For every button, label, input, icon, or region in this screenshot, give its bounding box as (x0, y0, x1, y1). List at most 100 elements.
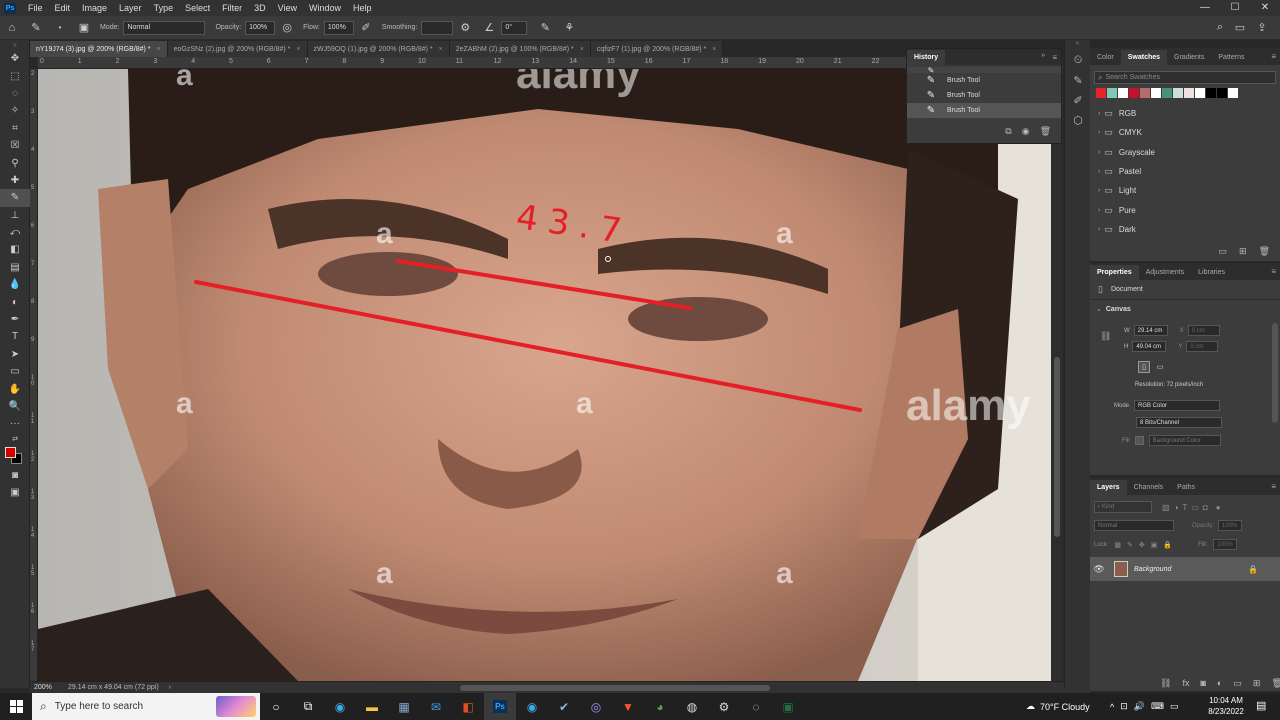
color-swatch[interactable] (1151, 88, 1161, 98)
color-swatch[interactable] (1096, 88, 1106, 98)
crop-tool-icon[interactable]: ⌗ (0, 120, 30, 137)
snapshot-camera-icon[interactable]: ◉ (1022, 126, 1030, 137)
keyboard-icon[interactable]: ⌨ (1151, 701, 1164, 712)
workspace-icon[interactable]: ▭ (1232, 20, 1248, 36)
x-field[interactable]: 0 cm (1187, 325, 1220, 336)
link-layers-icon[interactable]: ⛓ (1160, 678, 1171, 689)
gradient-tool-icon[interactable]: ▤ (0, 259, 30, 276)
new-layer-icon[interactable]: ⊞ (1253, 678, 1261, 689)
filter-shape-icon[interactable]: ▭ (1191, 503, 1199, 512)
marquee-tool-icon[interactable]: ⬚ (0, 67, 30, 84)
panel-menu-icon[interactable]: ≡ (1271, 267, 1276, 276)
new-group-folder-icon[interactable]: ▭ (1219, 246, 1228, 257)
mail-icon[interactable]: ✉ (420, 693, 452, 720)
tab-document-4[interactable]: 2eZABhM (2).jpg @ 100% (RGB/8#) * × (449, 41, 591, 57)
color-swatch[interactable] (1162, 88, 1172, 98)
swatch-folder[interactable]: › ▭ CMYK (1090, 123, 1280, 142)
lock-all-icon[interactable]: 🔒 (1163, 541, 1172, 549)
app-icon[interactable]: ◌ (740, 693, 772, 720)
history-panel-icon[interactable]: ⏲ (1065, 50, 1091, 70)
chevron-down-icon[interactable]: ⌄ (1096, 305, 1102, 313)
healing-brush-tool-icon[interactable]: ✚ (0, 172, 30, 189)
type-tool-icon[interactable]: T (0, 328, 30, 345)
windows-start-icon[interactable] (0, 693, 32, 720)
maximize-button[interactable]: ☐ (1220, 0, 1250, 16)
tab-document-1[interactable]: nY19J74 (3).jpg @ 200% (RGB/8#) * × (30, 41, 168, 57)
history-item-selected[interactable]: ✎ Brush Tool (907, 103, 1061, 118)
frame-tool-icon[interactable]: ☒ (0, 137, 30, 154)
tab-paths[interactable]: Paths (1170, 480, 1202, 495)
tab-color[interactable]: Color (1090, 50, 1121, 65)
show-hidden-icons-chevron-icon[interactable]: ^ (1110, 702, 1114, 712)
tab-adjustments[interactable]: Adjustments (1139, 265, 1192, 280)
menu-image[interactable]: Image (76, 3, 113, 13)
search-icon[interactable]: ⌕ (1212, 20, 1228, 36)
eraser-tool-icon[interactable]: ◧ (0, 241, 30, 258)
swatch-folder[interactable]: › ▭ Grayscale (1090, 143, 1280, 162)
color-swatch[interactable] (1228, 88, 1238, 98)
zoom-level[interactable]: 200% (30, 684, 68, 691)
swatch-folder[interactable]: › ▭ Light (1090, 181, 1280, 200)
network-icon[interactable]: ⊡ (1120, 701, 1128, 712)
filter-toggle-icon[interactable]: ● (1216, 503, 1221, 512)
clone-stamp-tool-icon[interactable]: ⊥ (0, 207, 30, 224)
task-view-icon[interactable]: ⧉ (292, 693, 324, 720)
menu-window[interactable]: Window (303, 3, 347, 13)
foreground-color-swatch[interactable] (5, 446, 16, 458)
brushes-panel-icon[interactable]: ✐ (1065, 90, 1091, 110)
blend-mode-select[interactable]: Normal (1094, 520, 1174, 531)
tab-properties[interactable]: Properties (1090, 265, 1139, 280)
color-swatch[interactable] (1118, 88, 1128, 98)
close-tab-icon[interactable]: × (157, 46, 161, 53)
brush-size-icon[interactable]: • (52, 20, 68, 36)
brave-icon[interactable]: ▼ (612, 693, 644, 720)
swatch-folder[interactable]: › ▭ Pure (1090, 200, 1280, 219)
move-tool-icon[interactable]: ✥ (0, 50, 30, 67)
weather-widget[interactable]: ☁ 70°F Cloudy (1026, 693, 1090, 720)
3d-panel-icon[interactable]: ⬡ (1065, 110, 1091, 130)
brush-settings-panel-icon[interactable]: ✎ (1065, 70, 1091, 90)
document-canvas[interactable]: a a a a a a a alamy alamy 43.7 (38, 69, 1051, 681)
cortana-icon[interactable]: ○ (260, 693, 292, 720)
swatch-folder[interactable]: › ▭ Pastel (1090, 162, 1280, 181)
horizontal-scroll-thumb[interactable] (460, 685, 770, 691)
battery-icon[interactable]: ▭ (1170, 701, 1179, 712)
menu-type[interactable]: Type (148, 3, 180, 13)
settings-icon[interactable]: ⚙ (708, 693, 740, 720)
home-icon[interactable]: ⌂ (4, 20, 20, 36)
edge-beta-icon[interactable]: ◉ (516, 693, 548, 720)
panel-menu-icon[interactable]: ≡ (1271, 482, 1276, 491)
store-icon[interactable]: ▦ (388, 693, 420, 720)
photoshop-taskbar-icon[interactable]: Ps (484, 693, 516, 720)
edge-icon[interactable]: ◉ (324, 693, 356, 720)
delete-layer-icon[interactable]: 🗑 (1271, 678, 1280, 689)
lock-position-icon[interactable]: ✥ (1139, 541, 1145, 549)
tab-gradients[interactable]: Gradients (1167, 50, 1211, 65)
close-tab-icon[interactable]: × (296, 46, 300, 53)
vertical-scroll-thumb[interactable] (1054, 357, 1060, 537)
swatch-search-field[interactable]: ⌕ Search Swatches (1094, 71, 1276, 84)
pen-tool-icon[interactable]: ✒ (0, 311, 30, 328)
color-swatch[interactable] (1195, 88, 1205, 98)
history-brush-tool-icon[interactable]: ⤺ (0, 224, 30, 241)
tab-patterns[interactable]: Patterns (1211, 50, 1251, 65)
filter-adjustment-icon[interactable]: ◑ (1174, 503, 1179, 512)
lock-transparent-icon[interactable]: ▦ (1114, 541, 1121, 549)
color-swatch[interactable] (1173, 88, 1183, 98)
tab-libraries[interactable]: Libraries (1191, 265, 1232, 280)
lock-artboard-icon[interactable]: ▣ (1151, 541, 1158, 549)
tab-document-5[interactable]: cqfizF7 (1).jpg @ 200% (RGB/8#) * × (590, 41, 724, 57)
new-swatch-icon[interactable]: ⊞ (1239, 246, 1247, 257)
zoom-tool-icon[interactable]: 🔍 (0, 398, 30, 415)
symmetry-icon[interactable]: ⚘ (561, 20, 577, 36)
app-icon[interactable]: ◍ (676, 693, 708, 720)
menu-help[interactable]: Help (347, 3, 378, 13)
menu-edit[interactable]: Edit (49, 3, 77, 13)
clock[interactable]: 10:04 AM 8/23/2022 (1204, 695, 1248, 717)
more-tools-icon[interactable]: ··· (0, 415, 30, 432)
brush-settings-icon[interactable]: ▣ (76, 20, 92, 36)
blur-tool-icon[interactable]: 💧 (0, 276, 30, 293)
todo-icon[interactable]: ✔ (548, 693, 580, 720)
layer-lock-icon[interactable]: 🔒 (1248, 565, 1258, 574)
taskbar-search-box[interactable]: ⌕ Type here to search (32, 693, 260, 720)
